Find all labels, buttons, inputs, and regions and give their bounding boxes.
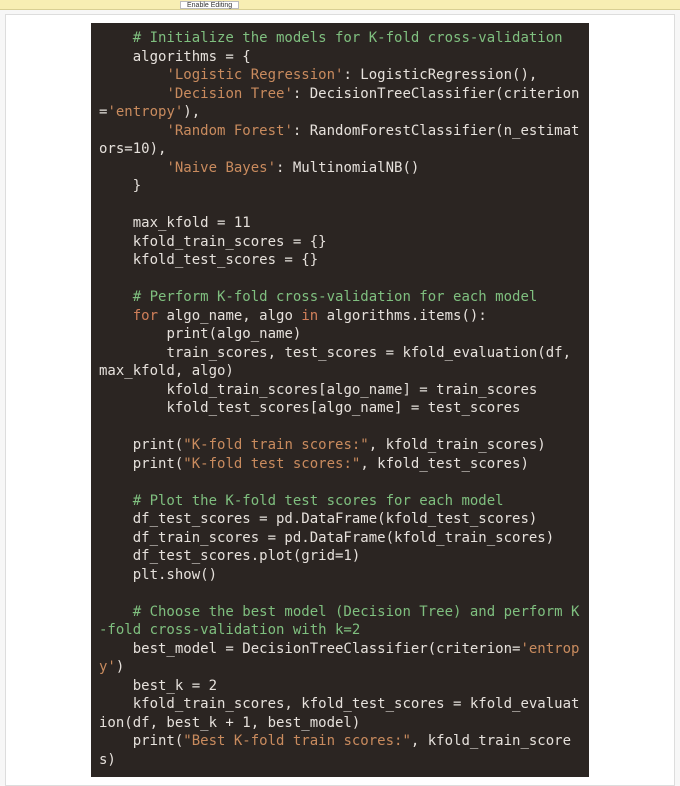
code-token: print(algo_name) [99, 326, 301, 342]
code-token: max_kfold = 11 [99, 215, 251, 231]
document-page: # Initialize the models for K-fold cross… [5, 14, 675, 786]
code-token: 'Random Forest' [166, 123, 292, 139]
protected-view-warning-bar: Enable Editing [0, 0, 680, 10]
code-token: : MultinomialNB() [276, 160, 419, 176]
code-token: df_test_scores = pd.DataFrame(kfold_test… [99, 511, 537, 527]
code-token: best_k = 2 [99, 678, 217, 694]
code-token: print( [99, 437, 183, 453]
code-token [99, 86, 166, 102]
enable-editing-button[interactable]: Enable Editing [180, 1, 239, 9]
code-token: 'Naive Bayes' [166, 160, 276, 176]
code-token: , kfold_train_scores) [369, 437, 546, 453]
code-token: algo_name, algo [158, 308, 301, 324]
code-token: kfold_test_scores[algo_name] = test_scor… [99, 400, 520, 416]
code-token [99, 67, 166, 83]
code-token: ), [183, 104, 200, 120]
code-token: kfold_test_scores = {} [99, 252, 318, 268]
code-token: kfold_train_scores[algo_name] = train_sc… [99, 382, 537, 398]
code-token: df_test_scores.plot(grid=1) [99, 548, 360, 564]
code-token: "Best K-fold train scores:" [183, 733, 411, 749]
code-token: in [301, 308, 318, 324]
code-token: algorithms.items(): [318, 308, 487, 324]
code-token: print( [99, 456, 183, 472]
code-token: # Choose the best model (Decision Tree) … [99, 604, 579, 639]
code-token: kfold_train_scores, kfold_test_scores = … [99, 696, 579, 731]
code-cell[interactable]: # Initialize the models for K-fold cross… [91, 23, 589, 777]
code-token: train_scores, test_scores = kfold_evalua… [99, 345, 579, 380]
code-token: plt.show() [99, 567, 217, 583]
code-token [99, 123, 166, 139]
code-token: df_train_scores = pd.DataFrame(kfold_tra… [99, 530, 554, 546]
code-token: 'Decision Tree' [166, 86, 292, 102]
code-token: best_model = DecisionTreeClassifier(crit… [99, 641, 520, 657]
code-token: } [99, 178, 141, 194]
code-token: ) [116, 659, 124, 675]
code-token: # Plot the K-fold test scores for each m… [99, 493, 504, 509]
code-token: 'entropy' [107, 104, 183, 120]
code-token [99, 160, 166, 176]
code-token: , kfold_test_scores) [360, 456, 529, 472]
code-token: "K-fold test scores:" [183, 456, 360, 472]
code-token [99, 308, 133, 324]
code-token: for [133, 308, 158, 324]
code-token: # Perform K-fold cross-validation for ea… [99, 289, 537, 305]
code-token: : LogisticRegression(), [343, 67, 537, 83]
code-token: algorithms = { [99, 49, 251, 65]
code-token: "K-fold train scores:" [183, 437, 368, 453]
code-token: kfold_train_scores = {} [99, 234, 327, 250]
code-token: # Initialize the models for K-fold cross… [99, 30, 563, 46]
code-token: 'Logistic Regression' [166, 67, 343, 83]
code-token: print( [99, 733, 183, 749]
